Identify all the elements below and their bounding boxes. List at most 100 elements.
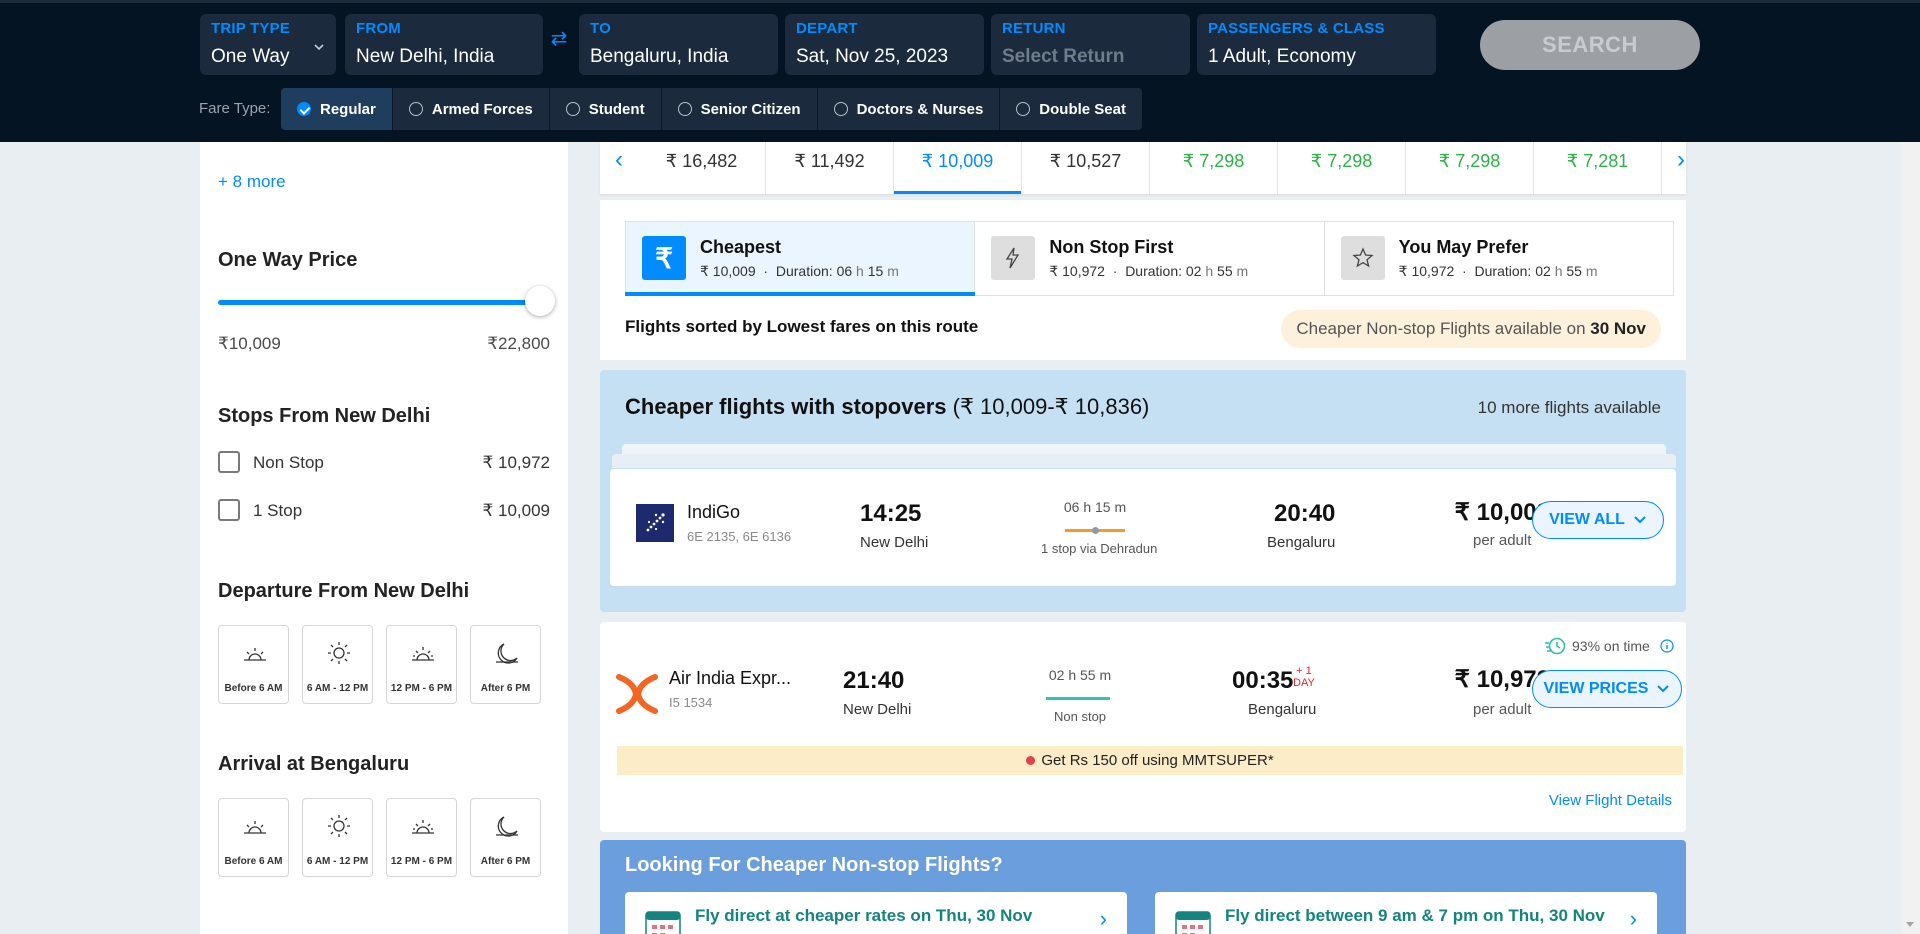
fare-type-regular[interactable]: Regular — [281, 88, 393, 130]
fare-type-label-regular: Regular — [320, 100, 376, 118]
departure-before-6am[interactable]: Before 6 AM — [218, 625, 289, 704]
flight-card-air-india-express[interactable]: 93% on time Air India Expr... I5 1534 21… — [600, 622, 1686, 832]
fare-type-senior-citizen[interactable]: Senior Citizen — [661, 88, 818, 130]
sort-panel: ₹ Cheapest ₹ 10,009 · Duration: 06 h 15 … — [600, 200, 1686, 360]
stop-filter-1-stop[interactable]: 1 Stop ₹ 10,009 — [218, 499, 550, 523]
trip-type-label: TRIP TYPE — [211, 20, 291, 37]
radio-icon — [833, 102, 848, 116]
sunset-icon — [412, 647, 434, 661]
fare-type-doctors-nurses[interactable]: Doctors & Nurses — [817, 88, 1001, 130]
from-field[interactable]: FROM New Delhi, India — [345, 14, 543, 75]
header-divider — [0, 0, 1920, 3]
air-india-express-logo-icon — [616, 673, 658, 715]
checkbox[interactable] — [218, 499, 240, 521]
more-flights-count[interactable]: 10 more flights available — [1478, 398, 1661, 418]
chevron-left-icon[interactable]: ‹ — [600, 142, 638, 194]
duration-minutes: 15 — [867, 263, 884, 279]
view-prices-button[interactable]: VIEW PRICES — [1532, 670, 1682, 708]
date-price-cell[interactable]: ₹ 16,482 — [638, 142, 766, 194]
more-airlines-link[interactable]: + 8 more — [218, 172, 286, 192]
departure-filter-heading: Departure From New Delhi — [218, 580, 470, 602]
to-value: Bengaluru, India — [590, 46, 729, 67]
sort-tab-cheapest[interactable]: ₹ Cheapest ₹ 10,009 · Duration: 06 h 15 … — [624, 222, 976, 296]
swap-icon[interactable]: ⇄ — [548, 28, 570, 50]
sun-icon — [328, 815, 350, 837]
sort-tabs: ₹ Cheapest ₹ 10,009 · Duration: 06 h 15 … — [624, 221, 1674, 296]
radio-icon — [677, 102, 692, 116]
date-price-cell[interactable]: ₹ 7,298 — [1150, 142, 1278, 194]
fare-type-double-seat[interactable]: Double Seat — [1000, 88, 1142, 130]
arrival-12pm-6pm[interactable]: 12 PM - 6 PM — [386, 798, 457, 877]
duration-label: Duration: — [1125, 263, 1182, 279]
nonstop-suggestion-card[interactable]: Fly direct at cheaper rates on Thu, 30 N… — [625, 892, 1127, 934]
sort-tab-title: Cheapest — [700, 237, 782, 257]
time-slot-label: Before 6 AM — [224, 683, 283, 694]
price-filter-heading: One Way Price — [218, 249, 358, 271]
to-field[interactable]: TO Bengaluru, India — [579, 14, 778, 75]
stop-filter-label: Non Stop — [253, 453, 324, 472]
date-price-cell[interactable]: ₹ 7,298 — [1278, 142, 1406, 194]
info-icon[interactable] — [1660, 639, 1674, 653]
stacked-card-shadow — [612, 454, 1676, 468]
stop-info: 1 stop via Dehradun — [1041, 541, 1158, 556]
sort-tab-non-stop-first[interactable]: Non Stop First ₹ 10,972 · Duration: 02 h… — [975, 222, 1325, 295]
cheaper-pill-text: Cheaper Non-stop Flights available on — [1296, 319, 1591, 338]
scroll-down-icon[interactable] — [1906, 922, 1914, 927]
date-price-cell[interactable]: ₹ 10,527 — [1022, 142, 1150, 194]
date-price-cell-selected[interactable]: ₹ 10,009 — [894, 142, 1022, 194]
depart-value: Sat, Nov 25, 2023 — [796, 46, 949, 67]
view-flight-details-link[interactable]: View Flight Details — [1549, 792, 1672, 809]
cheaper-nonstop-section: Looking For Cheaper Non-stop Flights? Fl… — [600, 840, 1686, 934]
arrival-6am-12pm[interactable]: 6 AM - 12 PM — [302, 798, 373, 877]
return-field[interactable]: RETURN Select Return — [991, 14, 1190, 75]
promo-banner: Get Rs 150 off using MMTSUPER* — [617, 746, 1683, 775]
arrival-after-6pm[interactable]: After 6 PM — [470, 798, 541, 877]
trip-type-select[interactable]: TRIP TYPE One Way — [200, 14, 336, 75]
departure-after-6pm[interactable]: After 6 PM — [470, 625, 541, 704]
date-price-cell[interactable]: ₹ 11,492 — [766, 142, 894, 194]
view-all-button[interactable]: VIEW ALL — [1532, 501, 1664, 539]
cheaper-nonstop-pill[interactable]: Cheaper Non-stop Flights available on 30… — [1281, 310, 1661, 348]
stop-filter-price: ₹ 10,972 — [482, 453, 550, 472]
date-price-cell[interactable]: ₹ 7,298 — [1406, 142, 1534, 194]
duration-minutes: 55 — [1217, 263, 1233, 279]
clock-icon — [1545, 637, 1566, 655]
sort-tab-price: ₹ 10,009 — [700, 263, 756, 279]
sunrise-icon — [244, 648, 266, 661]
date-price-cell[interactable]: ₹ 7,281 — [1534, 142, 1662, 194]
departure-12pm-6pm[interactable]: 12 PM - 6 PM — [386, 625, 457, 704]
checked-radio-icon — [297, 102, 311, 116]
radio-icon — [408, 102, 423, 116]
sort-tab-price: ₹ 10,972 — [1398, 263, 1455, 279]
flight-number: 6E 2135, 6E 6136 — [687, 529, 792, 544]
fare-type-student[interactable]: Student — [549, 88, 662, 130]
passengers-value: 1 Adult, Economy — [1208, 46, 1356, 67]
fare-type-armed-forces[interactable]: Armed Forces — [392, 88, 550, 130]
duration-line — [1046, 697, 1110, 700]
sort-tab-title: You May Prefer — [1398, 237, 1529, 257]
nonstop-suggestion-text: Fly direct at cheaper rates on Thu, 30 N… — [695, 906, 1033, 925]
arrival-before-6am[interactable]: Before 6 AM — [218, 798, 289, 877]
time-slot-label: 12 PM - 6 PM — [390, 683, 453, 694]
date-price-strip: ‹ ₹ 16,482 ₹ 11,492 ₹ 10,009 ₹ 10,527 ₹ … — [600, 142, 1686, 194]
search-button[interactable]: SEARCH — [1480, 20, 1700, 70]
sort-description: Flights sorted by Lowest fares on this r… — [625, 317, 979, 336]
price-min-value: ₹10,009 — [218, 334, 281, 353]
depart-field[interactable]: DEPART Sat, Nov 25, 2023 — [785, 14, 984, 75]
sort-tab-you-may-prefer[interactable]: You May Prefer ₹ 10,972 · Duration: 02 h… — [1325, 222, 1673, 295]
passengers-class-field[interactable]: PASSENGERS & CLASS 1 Adult, Economy — [1197, 14, 1436, 75]
radio-icon — [565, 102, 580, 116]
price-slider-handle[interactable] — [525, 286, 555, 316]
chevron-right-icon[interactable]: › — [1662, 142, 1700, 194]
promo-dot-icon — [1026, 756, 1036, 765]
nonstop-suggestion-card[interactable]: Fly direct between 9 am & 7 pm on Thu, 3… — [1155, 892, 1657, 934]
flight-card-indigo[interactable]: IndiGo 6E 2135, 6E 6136 14:25 New Delhi … — [610, 469, 1676, 586]
fare-type-label-doctors-nurses: Doctors & Nurses — [856, 100, 984, 118]
stop-filter-nonstop[interactable]: Non Stop ₹ 10,972 — [218, 451, 550, 475]
checkbox[interactable] — [218, 451, 240, 473]
calendar-icon — [645, 911, 681, 934]
departure-6am-12pm[interactable]: 6 AM - 12 PM — [302, 625, 373, 704]
plus-day-unit: DAY — [1293, 677, 1315, 689]
cheaper-stopover-section: Cheaper flights with stopovers (₹ 10,009… — [600, 370, 1686, 612]
price-slider-track[interactable] — [218, 300, 540, 305]
